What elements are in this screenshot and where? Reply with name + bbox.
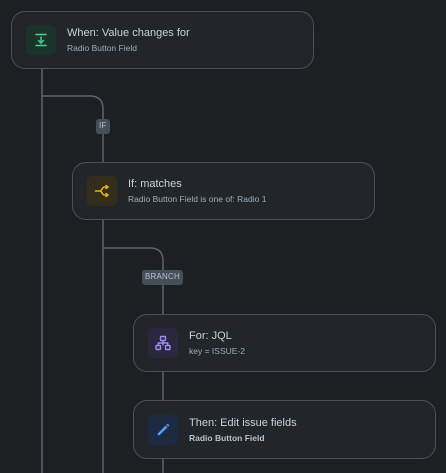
hierarchy-icon [155,335,171,351]
if-connector-line [42,95,104,162]
trigger-card[interactable]: When: Value changes for Radio Button Fie… [11,11,314,69]
action-subtitle: Radio Button Field [189,432,265,443]
action-text: Then: Edit issue fields Radio Button Fie… [189,416,297,444]
if-label-badge: IF [96,119,110,134]
condition-subtitle: Radio Button Field is one of: Radio 1 [128,194,267,204]
condition-card[interactable]: If: matches Radio Button Field is one of… [72,162,375,220]
branch-text: For: JQL key = ISSUE-2 [189,329,245,357]
condition-text: If: matches Radio Button Field is one of… [128,177,266,205]
trigger-icon-box [26,25,56,55]
automation-canvas: When: Value changes for Radio Button Fie… [0,0,446,473]
trigger-title: When: Value changes for [67,27,190,39]
condition-icon-box [87,176,117,206]
branch-label-badge: BRANCH [142,270,183,285]
action-icon-box [148,414,178,445]
branch-title: For: JQL [189,330,232,342]
branch-card[interactable]: For: JQL key = ISSUE-2 [133,314,436,372]
action-title: Then: Edit issue fields [189,416,297,429]
condition-branch-icon [94,184,109,198]
trigger-subtitle: Radio Button Field [67,43,137,53]
branch-subtitle: key = ISSUE-2 [189,346,245,356]
branch-icon-box [148,328,178,358]
field-changed-icon [35,33,47,47]
condition-title: If: matches [128,178,182,190]
edit-pencil-icon [157,423,170,435]
trigger-text: When: Value changes for Radio Button Fie… [67,26,190,54]
action-card[interactable]: Then: Edit issue fields Radio Button Fie… [133,400,436,459]
